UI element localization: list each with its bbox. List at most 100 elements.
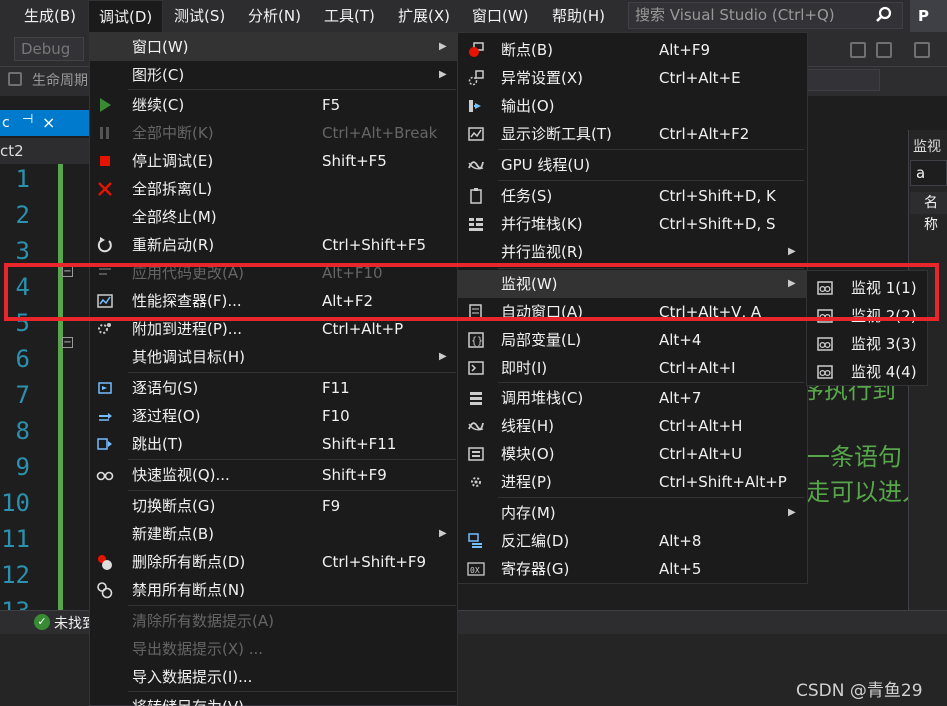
fold-toggle-icon[interactable]: − [62,337,73,348]
account-badge[interactable]: P [910,0,947,32]
menu-item-label: 禁用所有断点(N) [132,581,245,599]
call-stack-icon [470,392,482,405]
detach-x-icon [98,182,112,196]
menu-item-label: 断点(B) [501,41,553,59]
menu-item-shortcut: Ctrl+Alt+U [659,445,743,463]
threads-icon [468,422,484,431]
debug-menu-item[interactable]: 停止调试(E) Shift+F5 [90,147,457,175]
menu-tools[interactable]: 工具(T) [314,0,385,32]
menu-item-label: 导出数据提示(X) ... [132,640,264,658]
toolbar-comment-icon[interactable] [914,42,930,58]
window-menu-item[interactable]: 线程(H) Ctrl+Alt+H [458,412,807,440]
menu-item-label: 调用堆栈(C) [501,389,584,407]
menu-item-label: 全部终止(M) [132,208,217,226]
debug-menu-item[interactable]: 禁用所有断点(N) [90,576,457,604]
window-menu-item[interactable]: 0X 寄存器(G) Alt+5 [458,555,807,583]
debug-menu-item[interactable]: 将转储另存为(V)... [90,693,457,706]
menu-item-shortcut: F9 [322,497,341,515]
menu-item-label: 图形(C) [132,66,185,84]
search-input[interactable]: 搜索 Visual Studio (Ctrl+Q) [628,2,903,29]
processes-icon [471,477,481,487]
window-menu-item[interactable]: 输出(O) [458,92,807,120]
debug-menu-item[interactable]: 图形(C) ▶ [90,61,457,89]
line-number: 6 [15,345,30,373]
window-menu-item[interactable]: 调用堆栈(C) Alt+7 [458,384,807,412]
menu-item-shortcut: F10 [322,407,350,425]
project-dropdown[interactable]: ct2 [0,138,90,164]
window-menu-item[interactable]: 进程(P) Ctrl+Shift+Alt+P [458,468,807,496]
output-icon [469,100,481,112]
watch-search-input[interactable]: a [910,160,947,186]
debug-menu-item[interactable]: 切换断点(G) F9 [90,492,457,520]
step-out-icon [97,438,112,450]
debug-menu-item[interactable]: 新建断点(B) ▶ [90,520,457,548]
restart-icon [97,237,112,253]
navigation-project-label[interactable]: 生命周期 [32,70,88,90]
window-menu-item[interactable]: 断点(B) Alt+F9 [458,36,807,64]
menu-item-shortcut: Alt+4 [659,331,702,349]
menu-separator [498,497,804,498]
debug-menu-item[interactable]: 跳出(T) Shift+F11 [90,430,457,458]
toolbar-bookmark-prev-icon[interactable] [876,42,892,58]
window-menu-item[interactable]: 异常设置(X) Ctrl+Alt+E [458,64,807,92]
locals-icon: {} [468,332,484,348]
search-icon[interactable] [875,6,893,24]
window-menu-item[interactable]: 显示诊断工具(T) Ctrl+Alt+F2 [458,120,807,148]
debug-menu-item[interactable]: 逐过程(O) F10 [90,402,457,430]
window-menu-item[interactable]: 并行监视(R) ▶ [458,238,807,266]
debug-menu-item[interactable]: 删除所有断点(D) Ctrl+Shift+F9 [90,548,457,576]
solution-config-dropdown[interactable]: Debug [14,37,84,61]
debug-menu-item[interactable]: 全部拆离(L) [90,175,457,203]
window-menu-item[interactable]: 模块(O) Ctrl+Alt+U [458,440,807,468]
window-menu-item[interactable]: {} 局部变量(L) Alt+4 [458,326,807,354]
debug-menu-item[interactable]: 继续(C) F5 [90,91,457,119]
window-menu-item[interactable]: 反汇编(D) Alt+8 [458,527,807,555]
menu-item-label: 全部拆离(L) [132,180,213,198]
menu-item-label: GPU 线程(U) [501,156,591,174]
window-menu-item[interactable]: 并行堆栈(K) Ctrl+Shift+D, S [458,210,807,238]
debug-menu-item[interactable]: 全部终止(M) [90,203,457,231]
menu-test[interactable]: 测试(S) [164,0,235,32]
pin-icon[interactable]: ⊣ [22,112,33,127]
exception-settings-icon [468,70,484,86]
menu-analyze[interactable]: 分析(N) [238,0,311,32]
pause-icon [100,127,109,139]
disable-breakpoints-icon [97,582,113,599]
debug-menu-item[interactable]: 重新启动(R) Ctrl+Shift+F5 [90,231,457,259]
menu-extensions[interactable]: 扩展(X) [388,0,460,32]
toolbar-bookmark-icon[interactable] [850,42,866,58]
watch-name-column-header[interactable]: 名称 [910,192,947,233]
watch-menu-item[interactable]: 监视 3(3) [807,330,927,358]
close-icon[interactable]: × [42,113,55,132]
menu-item-label: 反汇编(D) [501,532,570,550]
window-menu-item[interactable]: GPU 线程(U) [458,151,807,179]
menu-item-shortcut: Shift+F5 [322,152,387,170]
debug-menu-item[interactable]: 窗口(W) ▶ [90,33,457,61]
menu-help[interactable]: 帮助(H) [542,0,615,32]
gpu-threads-icon [468,161,484,170]
registers-icon: 0X [467,562,485,576]
menu-item-shortcut: Alt+F9 [659,41,711,59]
window-menu-item[interactable]: 任务(S) Ctrl+Shift+D, K [458,182,807,210]
menu-item-shortcut: Ctrl+Alt+I [659,359,736,377]
watch-menu-item[interactable]: 监视 4(4) [807,358,927,386]
menu-item-label: 显示诊断工具(T) [501,125,612,143]
menu-item-shortcut: Ctrl+Shift+D, S [659,215,776,233]
menu-item-label: 全部中断(K) [132,124,214,142]
menu-window[interactable]: 窗口(W) [462,0,539,32]
debug-menu-item[interactable]: 其他调试目标(H) ▶ [90,343,457,371]
project-icon [8,72,22,86]
menu-item-shortcut: F5 [322,96,341,114]
debug-menu-item[interactable]: 逐语句(S) F11 [90,374,457,402]
menu-item-shortcut: Alt+7 [659,389,702,407]
debug-menu-item[interactable]: 导入数据提示(I)... [90,663,457,691]
menu-debug[interactable]: 调试(D) [88,0,164,32]
menu-item-label: 并行监视(R) [501,243,584,261]
menu-item-label: 内存(M) [501,504,556,522]
window-menu-item[interactable]: 内存(M) ▶ [458,499,807,527]
menu-build[interactable]: 生成(B) [14,0,86,32]
debug-menu-item[interactable]: 快速监视(Q)... Shift+F9 [90,461,457,489]
menu-separator [128,372,456,373]
window-menu-item[interactable]: 即时(I) Ctrl+Alt+I [458,354,807,382]
svg-text:0X: 0X [470,566,480,575]
